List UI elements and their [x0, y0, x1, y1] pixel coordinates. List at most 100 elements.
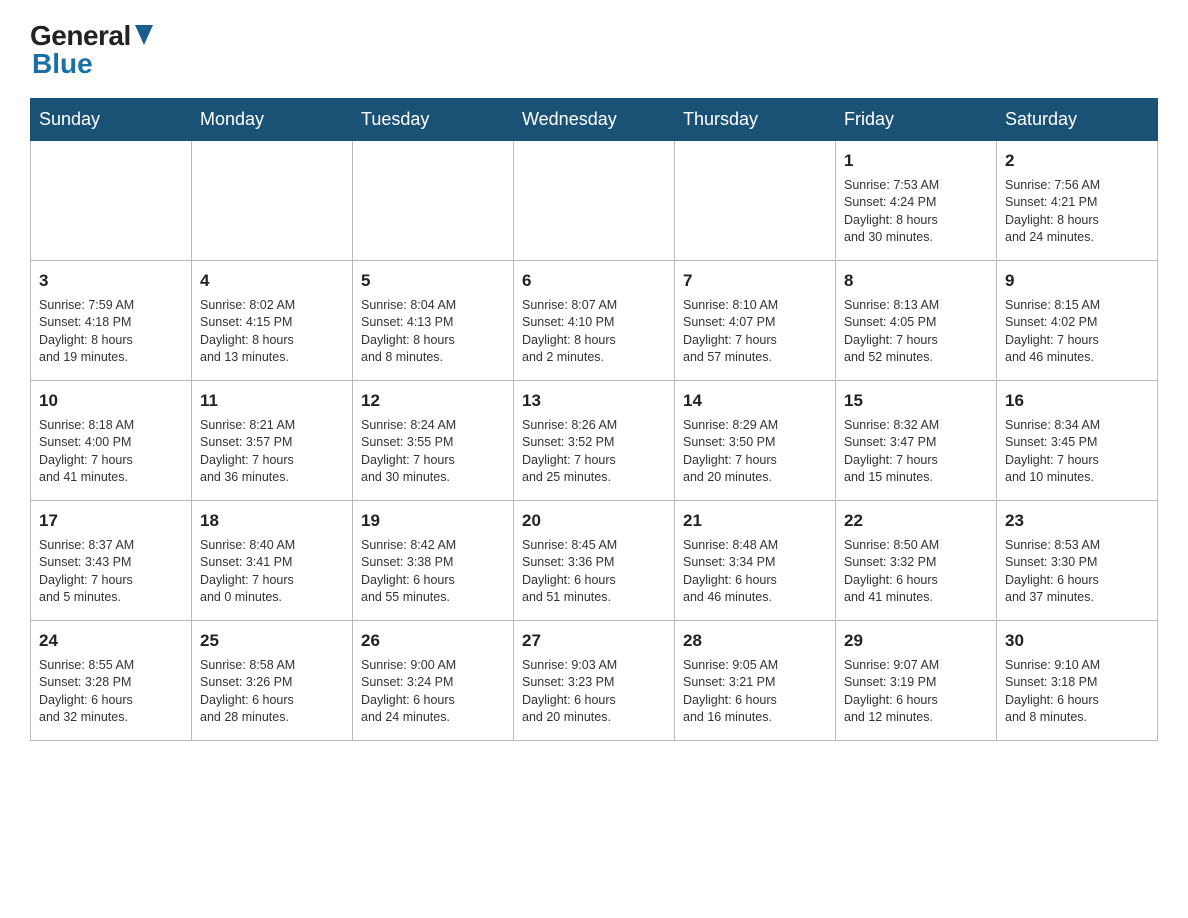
day-number: 13: [522, 389, 666, 413]
calendar-week-3: 10 Sunrise: 8:18 AM Sunset: 4:00 PM Dayli…: [31, 381, 1158, 501]
day-info: Sunrise: 8:58 AM Sunset: 3:26 PM Dayligh…: [200, 657, 344, 727]
day-info: Sunrise: 8:37 AM Sunset: 3:43 PM Dayligh…: [39, 537, 183, 607]
day-info: Sunrise: 8:34 AM Sunset: 3:45 PM Dayligh…: [1005, 417, 1149, 487]
calendar-cell: 1 Sunrise: 7:53 AM Sunset: 4:24 PM Daylig…: [836, 141, 997, 261]
day-number: 14: [683, 389, 827, 413]
day-info: Sunrise: 8:24 AM Sunset: 3:55 PM Dayligh…: [361, 417, 505, 487]
day-info: Sunrise: 9:05 AM Sunset: 3:21 PM Dayligh…: [683, 657, 827, 727]
calendar-cell: 11 Sunrise: 8:21 AM Sunset: 3:57 PM Dayli…: [192, 381, 353, 501]
calendar-cell: 12 Sunrise: 8:24 AM Sunset: 3:55 PM Dayli…: [353, 381, 514, 501]
day-number: 7: [683, 269, 827, 293]
day-info: Sunrise: 8:50 AM Sunset: 3:32 PM Dayligh…: [844, 537, 988, 607]
calendar-cell: 2 Sunrise: 7:56 AM Sunset: 4:21 PM Daylig…: [997, 141, 1158, 261]
day-info: Sunrise: 7:53 AM Sunset: 4:24 PM Dayligh…: [844, 177, 988, 247]
day-number: 22: [844, 509, 988, 533]
calendar-table: SundayMondayTuesdayWednesdayThursdayFrid…: [30, 98, 1158, 741]
day-number: 24: [39, 629, 183, 653]
day-number: 21: [683, 509, 827, 533]
day-number: 30: [1005, 629, 1149, 653]
day-number: 18: [200, 509, 344, 533]
day-number: 4: [200, 269, 344, 293]
logo: General Blue: [30, 20, 153, 80]
calendar-cell: 25Sunrise: 8:58 AM Sunset: 3:26 PM Dayli…: [192, 621, 353, 741]
day-info: Sunrise: 8:48 AM Sunset: 3:34 PM Dayligh…: [683, 537, 827, 607]
day-info: Sunrise: 8:18 AM Sunset: 4:00 PM Dayligh…: [39, 417, 183, 487]
calendar-cell: 13 Sunrise: 8:26 AM Sunset: 3:52 PM Dayli…: [514, 381, 675, 501]
day-info: Sunrise: 8:07 AM Sunset: 4:10 PM Dayligh…: [522, 297, 666, 367]
day-number: 28: [683, 629, 827, 653]
calendar-cell: [353, 141, 514, 261]
calendar-cell: 7 Sunrise: 8:10 AM Sunset: 4:07 PM Daylig…: [675, 261, 836, 381]
calendar-cell: [675, 141, 836, 261]
day-info: Sunrise: 8:32 AM Sunset: 3:47 PM Dayligh…: [844, 417, 988, 487]
calendar-cell: 27 Sunrise: 9:03 AM Sunset: 3:23 PM Dayli…: [514, 621, 675, 741]
calendar-cell: [514, 141, 675, 261]
day-number: 5: [361, 269, 505, 293]
weekday-header-tuesday: Tuesday: [353, 99, 514, 141]
calendar-header-row: SundayMondayTuesdayWednesdayThursdayFrid…: [31, 99, 1158, 141]
day-info: Sunrise: 8:10 AM Sunset: 4:07 PM Dayligh…: [683, 297, 827, 367]
day-info: Sunrise: 9:07 AM Sunset: 3:19 PM Dayligh…: [844, 657, 988, 727]
day-info: Sunrise: 8:40 AM Sunset: 3:41 PM Dayligh…: [200, 537, 344, 607]
weekday-header-monday: Monday: [192, 99, 353, 141]
day-number: 15: [844, 389, 988, 413]
weekday-header-thursday: Thursday: [675, 99, 836, 141]
calendar-cell: 4 Sunrise: 8:02 AM Sunset: 4:15 PM Daylig…: [192, 261, 353, 381]
day-info: Sunrise: 8:04 AM Sunset: 4:13 PM Dayligh…: [361, 297, 505, 367]
calendar-cell: 24 Sunrise: 8:55 AM Sunset: 3:28 PM Dayli…: [31, 621, 192, 741]
calendar-cell: 6Sunrise: 8:07 AM Sunset: 4:10 PM Daylig…: [514, 261, 675, 381]
calendar-cell: 22 Sunrise: 8:50 AM Sunset: 3:32 PM Dayli…: [836, 501, 997, 621]
day-info: Sunrise: 8:15 AM Sunset: 4:02 PM Dayligh…: [1005, 297, 1149, 367]
day-info: Sunrise: 8:13 AM Sunset: 4:05 PM Dayligh…: [844, 297, 988, 367]
day-number: 19: [361, 509, 505, 533]
day-number: 27: [522, 629, 666, 653]
day-info: Sunrise: 9:03 AM Sunset: 3:23 PM Dayligh…: [522, 657, 666, 727]
calendar-week-1: 1 Sunrise: 7:53 AM Sunset: 4:24 PM Daylig…: [31, 141, 1158, 261]
weekday-header-wednesday: Wednesday: [514, 99, 675, 141]
calendar-cell: 9 Sunrise: 8:15 AM Sunset: 4:02 PM Daylig…: [997, 261, 1158, 381]
weekday-header-friday: Friday: [836, 99, 997, 141]
calendar-cell: 3 Sunrise: 7:59 AM Sunset: 4:18 PM Daylig…: [31, 261, 192, 381]
calendar-cell: 8 Sunrise: 8:13 AM Sunset: 4:05 PM Daylig…: [836, 261, 997, 381]
day-number: 2: [1005, 149, 1149, 173]
calendar-cell: 10 Sunrise: 8:18 AM Sunset: 4:00 PM Dayli…: [31, 381, 192, 501]
calendar-cell: [192, 141, 353, 261]
day-number: 26: [361, 629, 505, 653]
day-info: Sunrise: 8:42 AM Sunset: 3:38 PM Dayligh…: [361, 537, 505, 607]
page-header: General Blue: [30, 20, 1158, 80]
calendar-cell: 20 Sunrise: 8:45 AM Sunset: 3:36 PM Dayli…: [514, 501, 675, 621]
calendar-cell: 29Sunrise: 9:07 AM Sunset: 3:19 PM Dayli…: [836, 621, 997, 741]
day-info: Sunrise: 8:55 AM Sunset: 3:28 PM Dayligh…: [39, 657, 183, 727]
day-number: 17: [39, 509, 183, 533]
day-info: Sunrise: 8:26 AM Sunset: 3:52 PM Dayligh…: [522, 417, 666, 487]
calendar-cell: [31, 141, 192, 261]
day-number: 10: [39, 389, 183, 413]
day-info: Sunrise: 7:56 AM Sunset: 4:21 PM Dayligh…: [1005, 177, 1149, 247]
calendar-cell: 26 Sunrise: 9:00 AM Sunset: 3:24 PM Dayli…: [353, 621, 514, 741]
calendar-cell: 18 Sunrise: 8:40 AM Sunset: 3:41 PM Dayli…: [192, 501, 353, 621]
calendar-cell: 5 Sunrise: 8:04 AM Sunset: 4:13 PM Daylig…: [353, 261, 514, 381]
day-number: 20: [522, 509, 666, 533]
calendar-cell: 15 Sunrise: 8:32 AM Sunset: 3:47 PM Dayli…: [836, 381, 997, 501]
calendar-cell: 17 Sunrise: 8:37 AM Sunset: 3:43 PM Dayli…: [31, 501, 192, 621]
day-number: 3: [39, 269, 183, 293]
day-info: Sunrise: 8:21 AM Sunset: 3:57 PM Dayligh…: [200, 417, 344, 487]
day-number: 16: [1005, 389, 1149, 413]
calendar-week-4: 17 Sunrise: 8:37 AM Sunset: 3:43 PM Dayli…: [31, 501, 1158, 621]
day-info: Sunrise: 8:45 AM Sunset: 3:36 PM Dayligh…: [522, 537, 666, 607]
day-number: 12: [361, 389, 505, 413]
day-info: Sunrise: 8:02 AM Sunset: 4:15 PM Dayligh…: [200, 297, 344, 367]
calendar-week-5: 24 Sunrise: 8:55 AM Sunset: 3:28 PM Dayli…: [31, 621, 1158, 741]
calendar-cell: 16 Sunrise: 8:34 AM Sunset: 3:45 PM Dayli…: [997, 381, 1158, 501]
day-number: 9: [1005, 269, 1149, 293]
weekday-header-saturday: Saturday: [997, 99, 1158, 141]
day-info: Sunrise: 9:10 AM Sunset: 3:18 PM Dayligh…: [1005, 657, 1149, 727]
day-info: Sunrise: 9:00 AM Sunset: 3:24 PM Dayligh…: [361, 657, 505, 727]
day-info: Sunrise: 7:59 AM Sunset: 4:18 PM Dayligh…: [39, 297, 183, 367]
logo-blue-text: Blue: [32, 48, 93, 80]
calendar-cell: 28 Sunrise: 9:05 AM Sunset: 3:21 PM Dayli…: [675, 621, 836, 741]
day-number: 11: [200, 389, 344, 413]
calendar-cell: 21 Sunrise: 8:48 AM Sunset: 3:34 PM Dayli…: [675, 501, 836, 621]
day-number: 1: [844, 149, 988, 173]
day-number: 8: [844, 269, 988, 293]
